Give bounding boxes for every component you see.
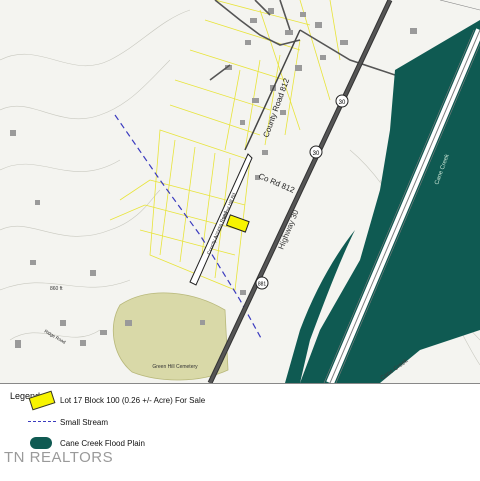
- legend-label-lot: Lot 17 Block 100 (0.26 +/- Acre) For Sal…: [60, 395, 206, 405]
- route-badge-3: 881: [255, 276, 269, 290]
- route-badge-3-label: 881: [258, 282, 267, 288]
- route-badge-2-label: 30: [313, 151, 320, 157]
- legend-row-stream: Small Stream: [28, 414, 109, 430]
- route-badge-2: 30: [309, 145, 323, 159]
- route-badge-label: 30: [339, 100, 346, 106]
- lot-swatch-icon: [28, 390, 56, 410]
- map-stage: 30 30 881 County Road 812 Co Rd 812 High…: [0, 0, 480, 481]
- legend-label-stream: Small Stream: [60, 417, 109, 427]
- site-map: 30 30 881 County Road 812 Co Rd 812 High…: [0, 0, 480, 383]
- label-cemetery: Green Hill Cemetery: [152, 364, 198, 370]
- legend-label-flood: Cane Creek Flood Plain: [60, 438, 145, 448]
- watermark: TN REALTORS: [4, 449, 114, 466]
- flood-swatch-icon: [30, 437, 52, 449]
- label-elevation: 860 ft: [50, 286, 63, 292]
- legend-panel: Legend Lot 17 Block 100 (0.26 +/- Acre) …: [0, 383, 480, 481]
- route-badge: 30: [335, 94, 349, 108]
- stream-line-icon: [28, 421, 56, 422]
- legend-row-lot: Lot 17 Block 100 (0.26 +/- Acre) For Sal…: [28, 390, 206, 410]
